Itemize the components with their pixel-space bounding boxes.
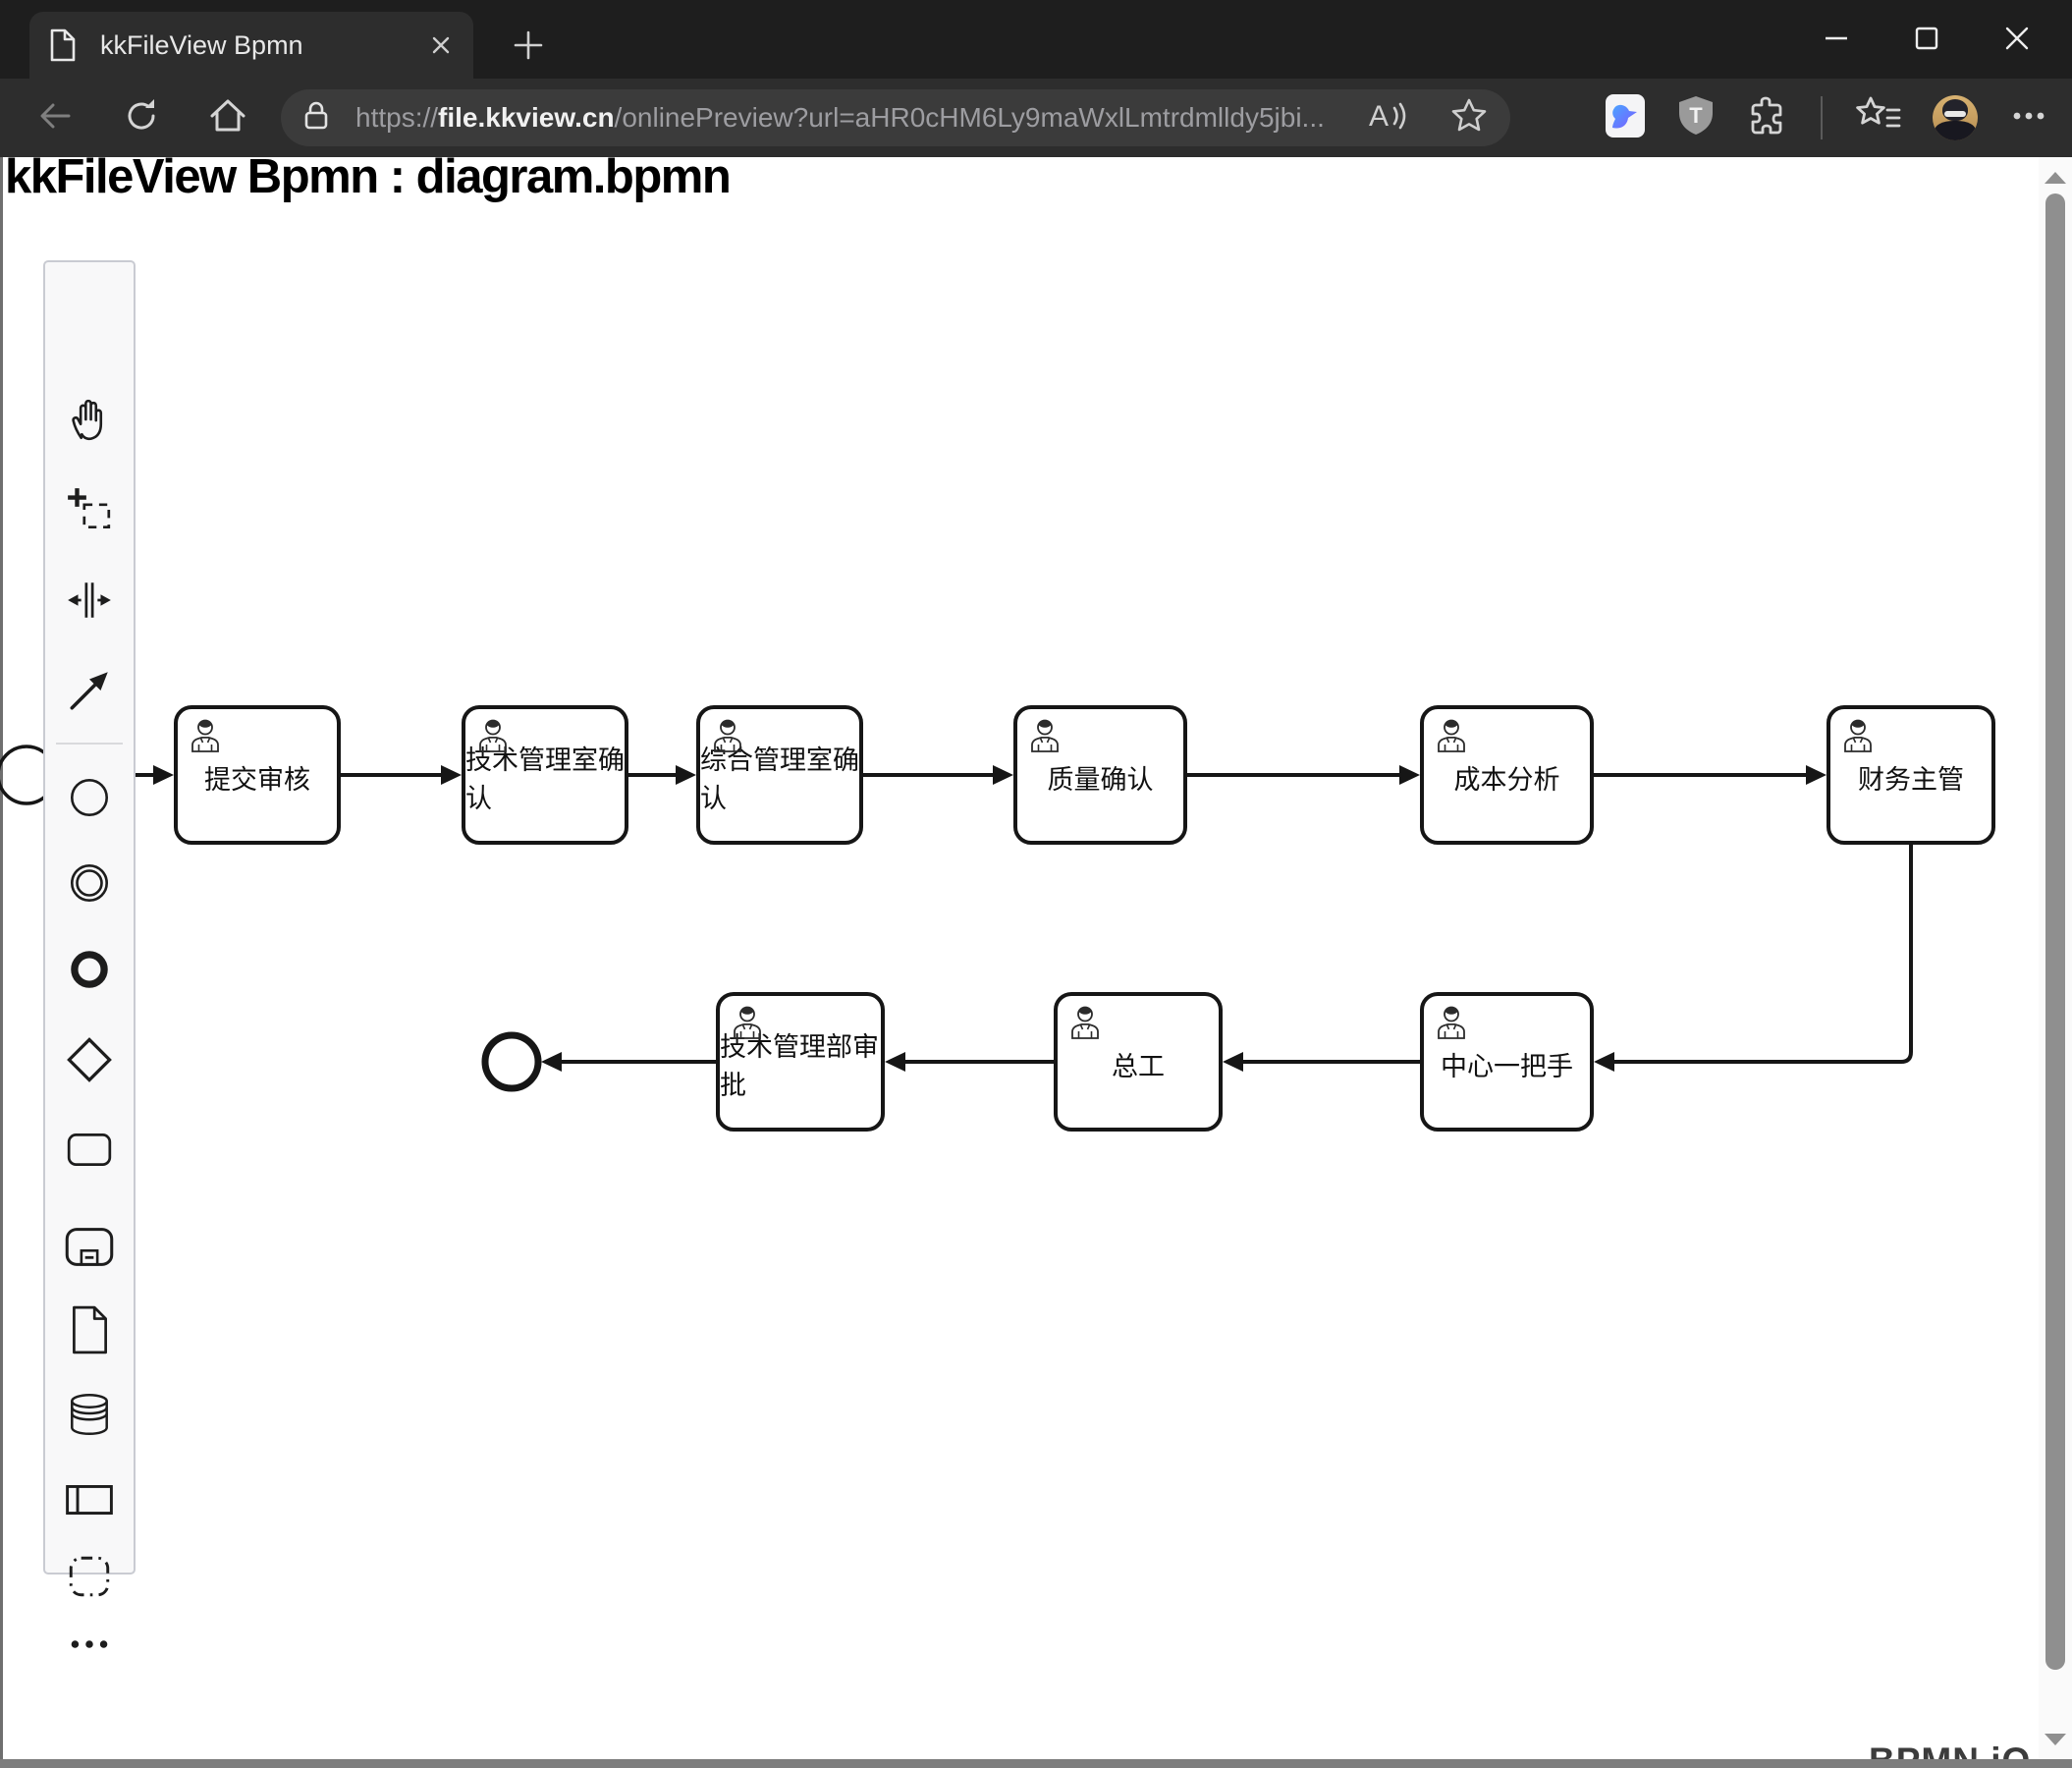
browser-toolbar: https://file.kkview.cn/onlinePreview?url… xyxy=(0,79,2072,157)
create-task-icon[interactable] xyxy=(65,1125,114,1174)
more-options-icon[interactable] xyxy=(65,1634,114,1654)
task-label: 成本分析 xyxy=(1453,764,1560,795)
document-favicon-icon xyxy=(49,28,77,62)
tab-bar: kkFileView Bpmn xyxy=(0,0,2072,79)
create-group-icon[interactable] xyxy=(65,1552,114,1601)
task-jishu-guanlibu-shenpi[interactable]: 技术管理部审批 xyxy=(716,992,885,1132)
user-task-icon xyxy=(1438,1006,1465,1039)
browser-window: kkFileView Bpmn https://file.kkview.cn/o… xyxy=(0,0,2072,1768)
task-zonggong[interactable]: 总工 xyxy=(1054,992,1223,1132)
create-data-store-icon[interactable] xyxy=(65,1390,114,1439)
lock-icon[interactable] xyxy=(302,100,330,137)
url-text[interactable]: https://file.kkview.cn/onlinePreview?url… xyxy=(355,102,1351,134)
tab-close-icon[interactable] xyxy=(428,32,454,58)
hand-tool-icon[interactable] xyxy=(65,395,114,444)
address-bar[interactable]: https://file.kkview.cn/onlinePreview?url… xyxy=(281,89,1510,146)
user-task-icon xyxy=(479,719,507,752)
home-icon[interactable] xyxy=(206,94,249,142)
palette-separator xyxy=(56,743,123,745)
task-label: 总工 xyxy=(1112,1051,1165,1081)
create-subprocess-icon[interactable] xyxy=(64,1222,115,1273)
refresh-icon[interactable] xyxy=(120,94,163,142)
flow-t6-t7 xyxy=(1610,845,1913,1064)
avatar-shoulders xyxy=(1935,121,1976,140)
page-content: kkFileView Bpmn : diagram.bpmn 提交审核 技术管理… xyxy=(0,157,2072,1768)
create-data-object-icon[interactable] xyxy=(67,1304,112,1355)
avatar-cap-brim xyxy=(1944,111,1966,117)
task-zhongxin-yibashou[interactable]: 中心一把手 xyxy=(1420,992,1594,1132)
create-gateway-icon[interactable] xyxy=(64,1034,115,1085)
vertical-scrollbar[interactable] xyxy=(2039,157,2072,1768)
task-label: 质量确认 xyxy=(1047,764,1154,795)
create-start-event-icon[interactable] xyxy=(65,773,114,822)
tampermonkey-shield-icon[interactable]: T xyxy=(1677,94,1715,142)
address-bar-actions: A xyxy=(1367,96,1489,140)
user-task-icon xyxy=(1071,1006,1099,1039)
lasso-tool-icon[interactable] xyxy=(65,485,114,534)
back-icon[interactable] xyxy=(33,94,77,142)
create-end-event-icon[interactable] xyxy=(65,945,114,994)
favorites-list-icon[interactable] xyxy=(1854,94,1901,142)
end-event[interactable] xyxy=(481,1031,542,1092)
task-tijiao-shenhe[interactable]: 提交审核 xyxy=(174,705,341,845)
global-connect-tool-icon[interactable] xyxy=(65,666,114,715)
user-task-icon xyxy=(1031,719,1059,752)
read-aloud-icon[interactable]: A xyxy=(1367,96,1412,140)
task-caiwu-zhuguan[interactable]: 财务主管 xyxy=(1827,705,1995,845)
svg-text:A: A xyxy=(1369,100,1389,133)
window-controls xyxy=(1791,0,2062,77)
tab-title: kkFileView Bpmn xyxy=(100,29,303,60)
maximize-button[interactable] xyxy=(1881,0,1972,77)
profile-avatar[interactable] xyxy=(1933,95,1978,140)
minimize-button[interactable] xyxy=(1791,0,1881,77)
url-host: file.kkview.cn xyxy=(438,102,615,133)
user-task-icon xyxy=(1438,719,1465,752)
bpmn-palette xyxy=(43,260,136,1648)
user-task-icon xyxy=(734,1006,761,1039)
toolbar-divider xyxy=(1821,96,1823,139)
scrollbar-thumb[interactable] xyxy=(2045,193,2065,1670)
new-tab-button[interactable] xyxy=(503,20,554,71)
url-scheme: https:// xyxy=(355,102,439,133)
user-task-icon xyxy=(714,719,741,752)
task-label: 中心一把手 xyxy=(1441,1051,1573,1081)
downloader-bird-icon[interactable] xyxy=(1605,90,1646,146)
close-window-button[interactable] xyxy=(1972,0,2062,77)
user-task-icon xyxy=(1844,719,1872,752)
diagram-canvas[interactable] xyxy=(0,157,2072,1768)
task-label: 财务主管 xyxy=(1858,764,1964,795)
task-zonghe-guanlishi-queren[interactable]: 综合管理室确认 xyxy=(696,705,863,845)
task-zhiliang-queren[interactable]: 质量确认 xyxy=(1013,705,1187,845)
tampermonkey-letter: T xyxy=(1689,103,1703,128)
horizontal-scrollbar[interactable] xyxy=(0,1759,2072,1768)
scroll-up-icon[interactable] xyxy=(2039,165,2072,191)
tab-kkfileview[interactable]: kkFileView Bpmn xyxy=(29,12,473,79)
avatar-head xyxy=(1942,99,1968,121)
task-label: 提交审核 xyxy=(204,764,310,795)
favorite-star-icon[interactable] xyxy=(1449,96,1489,140)
nav-buttons xyxy=(33,79,249,157)
settings-menu-icon[interactable] xyxy=(2009,96,2048,140)
task-jishu-guanlishi-queren[interactable]: 技术管理室确认 xyxy=(462,705,628,845)
toolbar-right: T xyxy=(1605,79,2048,157)
space-tool-icon[interactable] xyxy=(65,576,114,625)
scroll-down-icon[interactable] xyxy=(2039,1727,2072,1752)
task-chengben-fenxi[interactable]: 成本分析 xyxy=(1420,705,1594,845)
create-intermediate-event-icon[interactable] xyxy=(65,858,114,908)
create-participant-icon[interactable] xyxy=(64,1475,115,1524)
url-path: /onlinePreview?url=aHR0cHM6Ly9maWxlLmtrd… xyxy=(614,102,1325,133)
user-task-icon xyxy=(191,719,219,752)
extensions-puzzle-icon[interactable] xyxy=(1746,94,1789,142)
